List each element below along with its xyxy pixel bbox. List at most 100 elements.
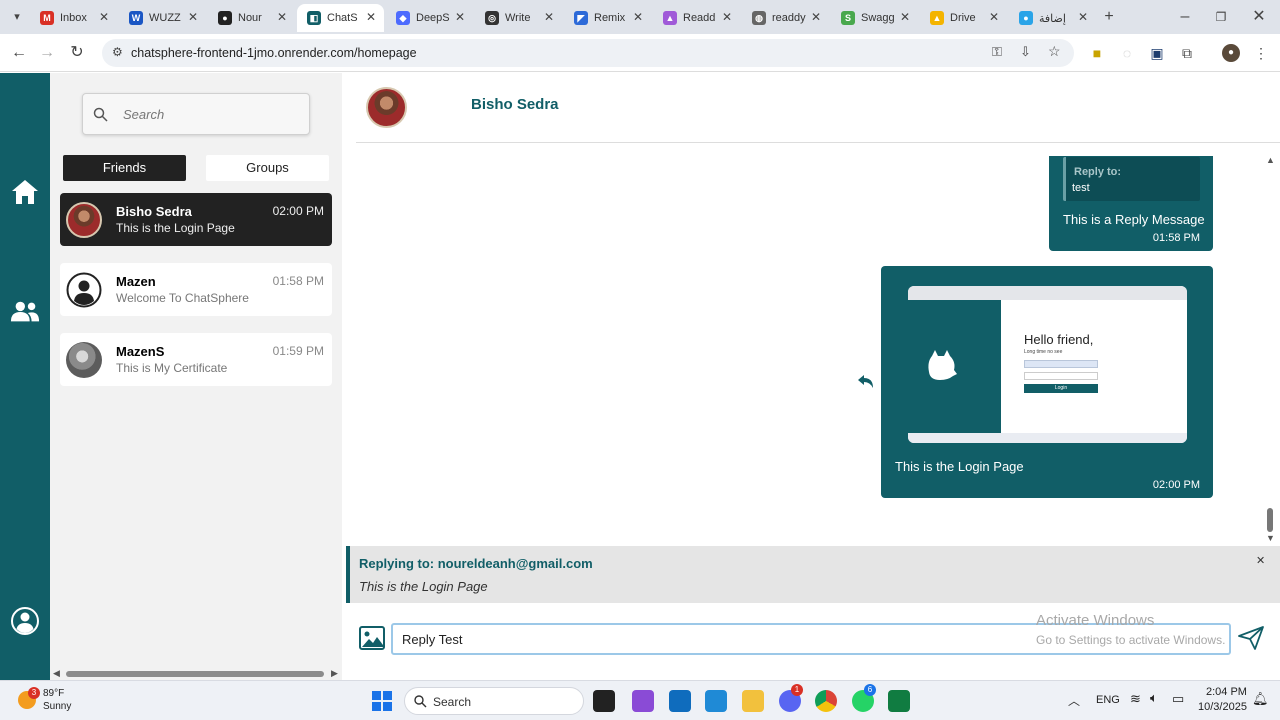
browser-tab[interactable]: ● Nour ✕ [208, 4, 295, 32]
battery-icon[interactable]: ▭ [1172, 691, 1184, 707]
file-explorer-icon[interactable] [742, 690, 764, 712]
new-tab-button[interactable]: + [1098, 6, 1120, 28]
app-nav-bar [0, 73, 50, 680]
tab-close-icon[interactable]: ✕ [455, 10, 465, 24]
reply-arrow-icon[interactable] [858, 375, 874, 389]
browser-tab[interactable]: S Swagg ✕ [831, 4, 918, 32]
scrollbar-thumb[interactable] [1267, 508, 1273, 532]
tab-close-icon[interactable]: ✕ [1078, 10, 1088, 24]
tab-close-icon[interactable]: ✕ [633, 10, 643, 24]
whatsapp-icon[interactable]: 6 [852, 684, 876, 712]
chat-avatar[interactable] [366, 87, 407, 128]
address-bar[interactable]: ⚙ chatsphere-frontend-1jmo.onrender.com/… [102, 39, 1074, 67]
tab-groups[interactable]: Groups [206, 155, 329, 181]
message-image[interactable]: Hello friend, Long time no see Login [908, 286, 1187, 443]
extension-circle-icon[interactable]: ◌ [1118, 44, 1136, 62]
tab-list-button[interactable]: ▾ [6, 6, 28, 28]
cancel-reply-close-icon[interactable]: ✕ [1256, 554, 1265, 567]
chrome-icon[interactable] [815, 690, 837, 712]
tab-close-icon[interactable]: ✕ [722, 10, 732, 24]
reply-message-bubble[interactable]: Reply to: test This is a Reply Message 0… [1049, 156, 1213, 251]
weather-widget[interactable]: 3 89°F Sunny [16, 687, 106, 715]
scroll-right-arrow-icon[interactable]: ▶ [331, 668, 338, 679]
reply-quote[interactable]: Reply to: test [1063, 157, 1200, 201]
friend-item-bisho-sedra[interactable]: Bisho Sedra This is the Login Page 02:00… [60, 193, 332, 246]
browser-tab[interactable]: ◎ Write ✕ [475, 4, 562, 32]
sidebar-horizontal-scrollbar[interactable]: ◀ ▶ [50, 668, 342, 680]
volume-icon[interactable]: 🔈︎ [1150, 690, 1158, 706]
visual-studio-icon[interactable] [632, 690, 654, 712]
browser-tab[interactable]: ◧ ChatS ✕ [297, 4, 384, 32]
message-time: 01:58 PM [1152, 232, 1200, 244]
browser-tab[interactable]: ● إضافة ✕ [1009, 4, 1096, 32]
screenshot-password-field [1024, 372, 1098, 380]
browser-tab[interactable]: ◤ Remix ✕ [564, 4, 651, 32]
replying-to-bar: Replying to: noureldeanh@gmail.com This … [346, 546, 1280, 603]
terminal-app-icon[interactable] [593, 690, 615, 712]
tab-close-icon[interactable]: ✕ [900, 10, 910, 24]
browser-tab[interactable]: ◍ readdy ✕ [742, 4, 829, 32]
scrollbar-thumb[interactable] [66, 671, 324, 677]
clock-time[interactable]: 2:04 PM [1206, 686, 1247, 698]
friend-item-mazens[interactable]: MazenS This is My Certificate 01:59 PM [60, 333, 332, 386]
browser-tab[interactable]: ◆ DeepS ✕ [386, 4, 473, 32]
tab-favicon-icon: ◆ [396, 11, 410, 25]
discord-icon[interactable]: 1 [779, 684, 803, 712]
password-key-icon[interactable]: ⚿ [992, 44, 1002, 60]
scroll-up-arrow-icon[interactable]: ▲ [1266, 155, 1275, 165]
search-input[interactable]: Search [82, 93, 310, 135]
browser-tab[interactable]: ▲ Readd ✕ [653, 4, 740, 32]
outlook-icon[interactable] [669, 690, 691, 712]
send-icon[interactable] [1238, 626, 1264, 650]
clock-date[interactable]: 10/3/2025 [1198, 701, 1247, 713]
scroll-left-arrow-icon[interactable]: ◀ [53, 668, 60, 679]
tab-favicon-icon: ◧ [307, 11, 321, 25]
attach-image-icon[interactable] [359, 626, 385, 650]
maximize-button[interactable]: ❐ [1210, 6, 1232, 28]
windows-start-icon[interactable] [372, 691, 392, 711]
search-placeholder: Search [123, 107, 165, 122]
home-icon[interactable] [10, 177, 40, 207]
screenshot-login-label: Login [1054, 385, 1068, 391]
tab-friends[interactable]: Friends [63, 155, 186, 181]
excel-icon[interactable] [888, 690, 910, 712]
messages-vertical-scrollbar[interactable]: ▲ ▼ [1264, 155, 1276, 545]
back-button[interactable]: ← [8, 42, 30, 64]
close-window-button[interactable]: ✕ [1248, 6, 1270, 28]
language-indicator[interactable]: ENG [1096, 694, 1120, 706]
image-message-bubble[interactable]: Hello friend, Long time no see Login Thi… [881, 266, 1213, 498]
tab-close-icon[interactable]: ✕ [366, 10, 376, 24]
tab-close-icon[interactable]: ✕ [277, 10, 287, 24]
wifi-icon[interactable]: ≋ [1130, 691, 1141, 707]
show-hidden-icons-chevron-icon[interactable]: ︿ [1068, 692, 1080, 709]
browser-tab[interactable]: W WUZZ ✕ [119, 4, 206, 32]
taskbar-search-box[interactable]: Search [404, 687, 584, 715]
bookmark-star-icon[interactable]: ☆ [1048, 43, 1061, 60]
extension-square-icon[interactable]: ▣ [1148, 44, 1166, 62]
friend-time: 01:59 PM [272, 344, 324, 358]
forward-button[interactable]: → [36, 42, 58, 64]
browser-tab[interactable]: M Inbox ✕ [30, 4, 117, 32]
tab-close-icon[interactable]: ✕ [811, 10, 821, 24]
vscode-icon[interactable] [705, 690, 727, 712]
reload-button[interactable]: ↻ [66, 42, 88, 64]
install-app-icon[interactable]: ⇩ [1020, 44, 1031, 60]
extension-folder-icon[interactable]: ■ [1088, 44, 1106, 62]
friends-group-icon[interactable] [10, 297, 40, 327]
profile-avatar-icon[interactable]: ● [1222, 44, 1240, 62]
site-info-icon[interactable]: ⚙ [112, 45, 123, 59]
minimize-button[interactable]: – [1174, 6, 1196, 28]
notification-bell-icon[interactable]: 🔔︎ [1252, 691, 1269, 707]
tab-close-icon[interactable]: ✕ [188, 10, 198, 24]
browser-tab[interactable]: ▲ Drive ✕ [920, 4, 1007, 32]
profile-icon[interactable] [10, 606, 40, 636]
tab-close-icon[interactable]: ✕ [544, 10, 554, 24]
tab-close-icon[interactable]: ✕ [99, 10, 109, 24]
browser-menu-icon[interactable]: ⋮ [1252, 44, 1270, 62]
friend-item-mazen[interactable]: Mazen Welcome To ChatSphere 01:58 PM [60, 263, 332, 316]
tab-label: Inbox [60, 12, 87, 24]
extensions-puzzle-icon[interactable]: ⧉ [1178, 44, 1196, 62]
tab-label: readdy [772, 12, 806, 24]
scroll-down-arrow-icon[interactable]: ▼ [1266, 533, 1275, 543]
tab-close-icon[interactable]: ✕ [989, 10, 999, 24]
